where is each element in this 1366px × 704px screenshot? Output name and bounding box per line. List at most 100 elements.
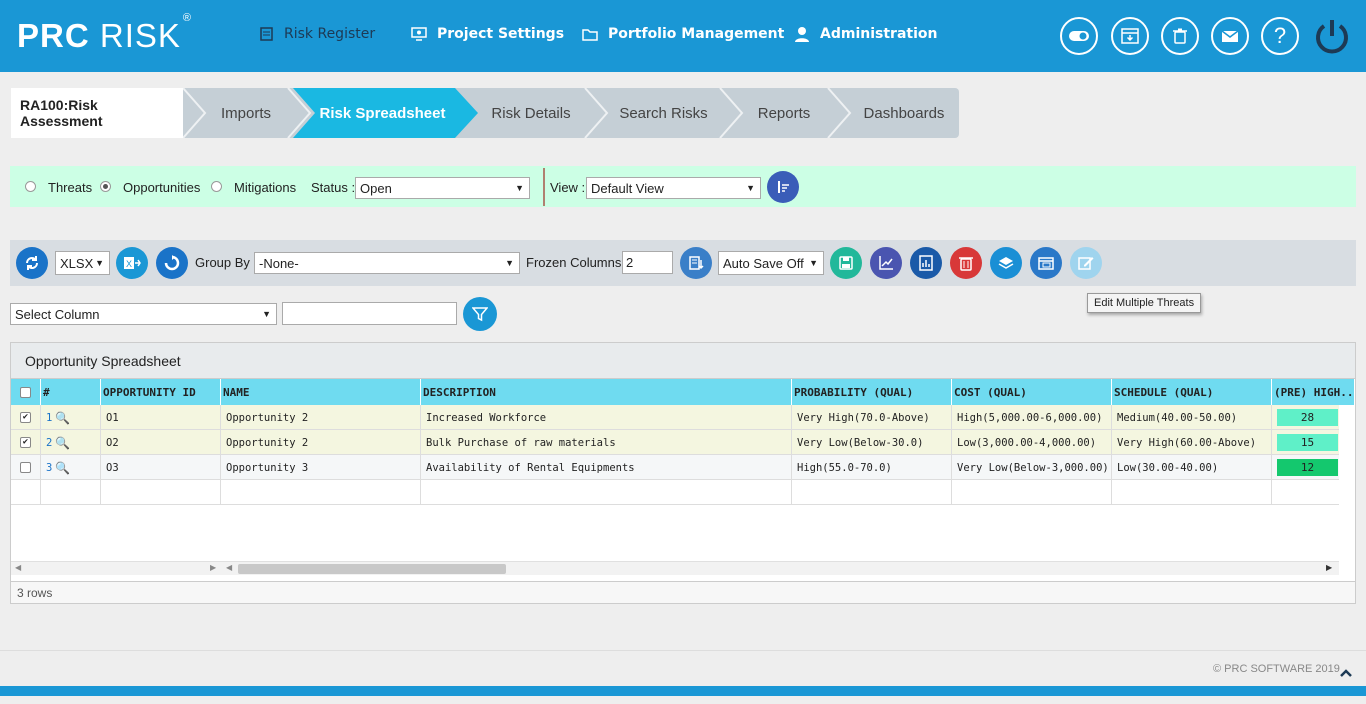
logo: PRC RISK ® — [17, 12, 192, 54]
window-button[interactable] — [1030, 247, 1062, 279]
save-button[interactable] — [830, 247, 862, 279]
column-header-description[interactable]: DESCRIPTION — [421, 379, 792, 405]
cell-desc: Bulk Purchase of raw materials — [421, 430, 792, 455]
opportunities-radio[interactable] — [100, 181, 111, 192]
row-number-link[interactable]: 1 — [46, 412, 52, 424]
scrollbar-thumb[interactable] — [238, 564, 506, 574]
select-column-value: Select Column — [15, 306, 100, 322]
select-all-checkbox[interactable] — [20, 386, 31, 398]
scroll-left-icon[interactable]: ◀ — [15, 563, 21, 572]
auto-save-select[interactable]: Auto Save Off ▼ — [718, 251, 824, 275]
column-header-number[interactable]: # — [41, 379, 101, 405]
cell-prob: High(55.0-70.0) — [792, 455, 952, 480]
frozen-columns-input[interactable]: 2 — [622, 251, 673, 274]
cell-cost: Very Low(Below-3,000.00) — [952, 455, 1112, 480]
dropdown-arrow-icon: ▼ — [809, 258, 818, 268]
horizontal-scrollbar[interactable]: ◀ ▶ ◀ ▶ — [11, 561, 1339, 575]
column-settings-button[interactable] — [680, 247, 712, 279]
column-search-input[interactable] — [282, 302, 457, 325]
folder-icon — [582, 26, 598, 42]
magnifier-icon[interactable]: 🔍 — [55, 411, 70, 425]
download-box-icon[interactable] — [1111, 17, 1149, 55]
group-by-select[interactable]: -None- ▼ — [254, 252, 520, 274]
breadcrumb-dashboards[interactable]: Dashboards — [848, 88, 960, 138]
status-select[interactable]: Open ▼ — [355, 177, 530, 199]
table-row[interactable]: ✔ 1 🔍 O1 Opportunity 2 Increased Workforce Ver… — [11, 405, 1339, 430]
sort-icon — [778, 181, 789, 193]
nav-administration[interactable]: Administration — [794, 22, 937, 46]
row-select-cell: ✔ — [11, 405, 41, 430]
scroll-top-icon[interactable] — [1339, 663, 1355, 677]
document-chart-icon — [919, 255, 933, 271]
dropdown-arrow-icon: ▼ — [262, 309, 271, 319]
mail-icon[interactable] — [1211, 17, 1249, 55]
breadcrumb-search-risks[interactable]: Search Risks — [605, 88, 722, 138]
reload-button[interactable] — [156, 247, 188, 279]
chart-button[interactable] — [870, 247, 902, 279]
nav-risk-register[interactable]: Risk Register — [258, 22, 375, 46]
report-button[interactable] — [910, 247, 942, 279]
table-row[interactable]: 3 🔍 O3 Opportunity 3 Availability of Rental … — [11, 455, 1339, 480]
cell-name: Opportunity 2 — [221, 430, 421, 455]
scroll-right-frozen-icon[interactable]: ▶ — [210, 563, 216, 572]
layers-button[interactable] — [990, 247, 1022, 279]
breadcrumb-reports[interactable]: Reports — [740, 88, 828, 138]
save-icon — [839, 256, 853, 270]
delete-button[interactable] — [950, 247, 982, 279]
help-icon[interactable]: ? — [1261, 17, 1299, 55]
dropdown-arrow-icon: ▼ — [505, 258, 514, 268]
scroll-right-icon[interactable]: ▶ — [1326, 563, 1332, 572]
row-checkbox[interactable]: ✔ — [20, 437, 31, 448]
mitigations-radio[interactable] — [211, 181, 222, 192]
row-select-cell — [11, 455, 41, 480]
column-header-schedule[interactable]: SCHEDULE (QUAL) — [1112, 379, 1272, 405]
view-select[interactable]: Default View ▼ — [586, 177, 761, 199]
select-all-cell — [11, 379, 41, 405]
edit-multiple-button[interactable] — [1070, 247, 1102, 279]
breadcrumb-imports[interactable]: Imports — [200, 88, 292, 138]
dropdown-arrow-icon: ▼ — [515, 183, 524, 193]
toggle-icon[interactable] — [1060, 17, 1098, 55]
cell-id: O3 — [101, 455, 221, 480]
funnel-icon — [472, 307, 488, 322]
risk-rank-badge: 28 — [1277, 409, 1338, 426]
export-excel-button[interactable]: X — [116, 247, 148, 279]
magnifier-icon[interactable]: 🔍 — [55, 436, 70, 450]
table-row[interactable]: ✔ 2 🔍 O2 Opportunity 2 Bulk Purchase of raw m… — [11, 430, 1339, 455]
row-number-link[interactable]: 2 — [46, 437, 52, 449]
panel-title: Opportunity Spreadsheet — [11, 343, 1355, 379]
table-row-empty — [11, 480, 1339, 505]
bottom-brand-bar — [0, 686, 1366, 696]
column-header-probability[interactable]: PROBABILITY (QUAL) — [792, 379, 952, 405]
breadcrumb-risk-details[interactable]: Risk Details — [475, 88, 587, 138]
column-header-name[interactable]: NAME — [221, 379, 421, 405]
magnifier-icon[interactable]: 🔍 — [55, 461, 70, 475]
row-checkbox[interactable] — [20, 462, 31, 473]
mitigations-label: Mitigations — [234, 180, 297, 195]
row-number-link[interactable]: 3 — [46, 462, 52, 474]
select-column-dropdown[interactable]: Select Column ▼ — [10, 303, 277, 325]
trash-icon[interactable] — [1161, 17, 1199, 55]
column-header-opportunity-id[interactable]: OPPORTUNITY ID — [101, 379, 221, 405]
opportunities-label: Opportunities — [123, 180, 201, 195]
edit-multiple-tooltip: Edit Multiple Threats — [1087, 293, 1202, 313]
threats-radio[interactable] — [25, 181, 36, 192]
nav-project-settings[interactable]: Project Settings — [411, 22, 564, 46]
filter-divider — [543, 168, 545, 206]
column-header-pre-high[interactable]: (PRE) HIGH... — [1272, 379, 1355, 405]
row-checkbox[interactable]: ✔ — [20, 412, 31, 423]
scroll-left-main-icon[interactable]: ◀ — [226, 563, 232, 572]
nav-risk-register-label: Risk Register — [284, 26, 376, 42]
cell-pre-high: 12 — [1272, 455, 1339, 480]
power-icon[interactable] — [1312, 16, 1352, 56]
footer: © PRC SOFTWARE 2019 — [0, 650, 1366, 686]
nav-portfolio-management[interactable]: Portfolio Management — [582, 22, 784, 46]
column-header-cost[interactable]: COST (QUAL) — [952, 379, 1112, 405]
sort-order-button[interactable] — [767, 171, 799, 203]
refresh-button[interactable] — [16, 247, 48, 279]
cell-cost: High(5,000.00-6,000.00) — [952, 405, 1112, 430]
status-value: Open — [360, 180, 392, 196]
breadcrumb-risk-spreadsheet[interactable]: Risk Spreadsheet — [310, 88, 455, 138]
filter-button[interactable] — [463, 297, 497, 331]
export-format-select[interactable]: XLSX ▼ — [55, 251, 110, 275]
